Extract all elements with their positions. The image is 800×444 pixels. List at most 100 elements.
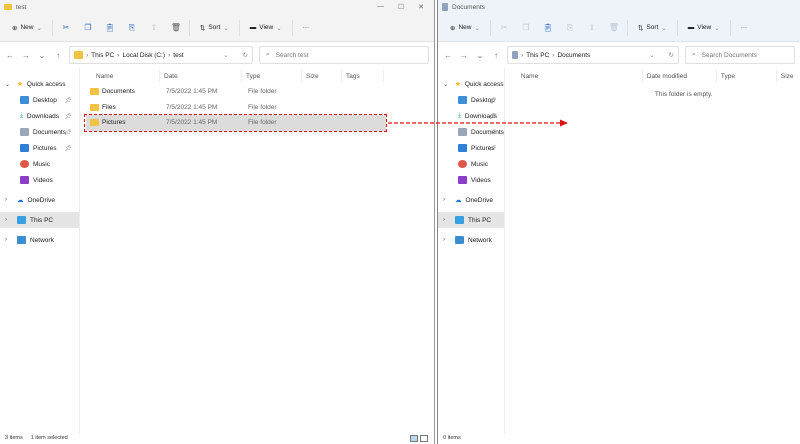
new-button[interactable]: ⊕ New ⌄ (444, 19, 486, 37)
documents-icon (20, 128, 29, 136)
column-header-size[interactable]: Size (777, 70, 800, 82)
view-button[interactable]: ▬ View ⌄ (244, 19, 288, 37)
back-icon[interactable]: ← (5, 51, 15, 60)
column-header-name[interactable]: Name (80, 70, 160, 82)
new-button[interactable]: ⊕ New ⌄ (6, 19, 48, 37)
plus-circle-icon: ⊕ (12, 24, 18, 32)
more-button[interactable]: ··· (735, 19, 754, 37)
chevron-down-icon[interactable]: ⌄ (223, 51, 228, 59)
documents-icon (442, 3, 448, 11)
music-icon (20, 160, 29, 168)
table-row-selected[interactable]: Pictures 7/5/2022 1:45 PM File folder (84, 114, 387, 132)
up-icon[interactable]: ↑ (53, 51, 63, 60)
sidebar-item-documents[interactable]: Documents 📌︎ (0, 124, 79, 140)
sidebar-item-quick-access[interactable]: ⌄ ★ Quick access (0, 76, 79, 92)
column-header-date[interactable]: Date (160, 70, 242, 82)
sort-icon: ⇅ (199, 24, 206, 32)
computer-icon (455, 216, 464, 224)
delete-icon[interactable]: 🗑︎ (167, 23, 185, 32)
sidebar-item-videos[interactable]: Videos (438, 172, 504, 188)
recent-chevron-icon[interactable]: ⌄ (37, 51, 47, 60)
rename-icon[interactable]: ⎘ (123, 23, 141, 33)
more-button[interactable]: ··· (297, 19, 316, 37)
address-bar[interactable]: › This PC › Documents ⌄ ↻ (507, 46, 679, 64)
recent-chevron-icon[interactable]: ⌄ (475, 51, 485, 60)
column-header-type[interactable]: Type (242, 70, 302, 82)
chevron-down-icon[interactable]: ⌄ (649, 51, 654, 59)
search-input[interactable]: ⌕ Search test (259, 46, 429, 64)
computer-icon (17, 216, 26, 224)
sidebar-item-music[interactable]: Music (0, 156, 79, 172)
details-view-icon[interactable] (410, 434, 418, 442)
search-input[interactable]: ⌕ Search Documents (685, 46, 795, 64)
title-bar: test — ☐ ✕ (0, 0, 434, 14)
sidebar-item-network[interactable]: › Network (0, 232, 79, 248)
share-icon[interactable]: ⇪ (583, 23, 601, 32)
item-count: 0 items (443, 435, 461, 441)
folder-icon (4, 4, 12, 10)
drag-highlight (84, 114, 387, 132)
sidebar-item-pictures[interactable]: Pictures 📌︎ (438, 140, 504, 156)
desktop-icon (20, 96, 29, 104)
column-header-type[interactable]: Type (717, 70, 777, 82)
refresh-icon[interactable]: ↻ (669, 51, 674, 59)
sidebar-item-network[interactable]: › Network (438, 232, 504, 248)
sidebar-item-pictures[interactable]: Pictures 📌︎ (0, 140, 79, 156)
forward-icon[interactable]: → (21, 51, 31, 60)
breadcrumb-item[interactable]: Documents (557, 52, 590, 59)
network-icon (17, 236, 26, 244)
forward-icon[interactable]: → (459, 51, 469, 60)
explorer-window-documents: Documents ⊕ New ⌄ ✂ ❐ 📋︎ ⎘ ⇪ 🗑︎ ⇅ Sort ⌄ ▬ Vi… (437, 0, 800, 444)
sidebar-item-onedrive[interactable]: › ☁ OneDrive (0, 192, 79, 208)
star-icon: ★ (455, 81, 461, 88)
tiles-view-icon[interactable] (420, 434, 428, 442)
cloud-icon: ☁ (17, 197, 24, 204)
plus-circle-icon: ⊕ (450, 24, 456, 32)
sidebar-item-music[interactable]: Music (438, 156, 504, 172)
share-icon[interactable]: ⇪ (145, 23, 163, 32)
cut-icon[interactable]: ✂ (57, 23, 75, 32)
pin-icon: 📌︎ (64, 129, 72, 136)
table-row[interactable]: Files 7/5/2022 1:45 PM File folder (86, 100, 386, 116)
pin-icon: 📌︎ (489, 129, 497, 136)
column-header-size[interactable]: Size (302, 70, 342, 82)
up-icon[interactable]: ↑ (491, 51, 501, 60)
sidebar-item-quick-access[interactable]: ⌄ ★ Quick access (438, 76, 504, 92)
breadcrumb-item[interactable]: This PC (526, 52, 549, 59)
rename-icon[interactable]: ⎘ (561, 23, 579, 33)
sidebar-item-desktop[interactable]: Desktop 📌︎ (438, 92, 504, 108)
breadcrumb-item[interactable]: test (173, 52, 183, 59)
address-bar[interactable]: › This PC › Local Disk (C:) › test ⌄ ↻ (69, 46, 253, 64)
column-header-name[interactable]: Name (505, 70, 643, 82)
sidebar-item-this-pc[interactable]: › This PC (0, 212, 79, 228)
copy-icon[interactable]: ❐ (517, 23, 535, 32)
column-header-tags[interactable]: Tags (342, 70, 384, 82)
cut-icon[interactable]: ✂ (495, 23, 513, 32)
window-title: test (16, 3, 27, 11)
minimize-button[interactable]: — (377, 3, 384, 11)
table-row[interactable]: Documents 7/5/2022 1:45 PM File folder (86, 84, 386, 100)
cloud-icon: ☁ (455, 197, 462, 204)
pin-icon: 📌︎ (489, 97, 497, 104)
delete-icon[interactable]: 🗑︎ (605, 23, 623, 32)
column-header-date-modified[interactable]: Date modified (643, 70, 717, 82)
sort-button[interactable]: ⇅ Sort ⌄ (632, 19, 673, 37)
paste-icon[interactable]: 📋︎ (101, 23, 119, 32)
sort-button[interactable]: ⇅ Sort ⌄ (194, 19, 235, 37)
sidebar-item-this-pc[interactable]: › This PC (438, 212, 504, 228)
refresh-icon[interactable]: ↻ (243, 51, 248, 59)
paste-icon[interactable]: 📋︎ (539, 23, 557, 32)
back-icon[interactable]: ← (443, 51, 453, 60)
sidebar-item-desktop[interactable]: Desktop 📌︎ (0, 92, 79, 108)
folder-icon (74, 51, 83, 59)
sidebar-item-onedrive[interactable]: › ☁ OneDrive (438, 192, 504, 208)
maximize-button[interactable]: ☐ (398, 3, 404, 11)
sidebar-item-downloads[interactable]: ⤓ Downloads 📌︎ (0, 108, 79, 124)
breadcrumb-item[interactable]: Local Disk (C:) (122, 52, 165, 59)
folder-icon (90, 88, 99, 96)
copy-icon[interactable]: ❐ (79, 23, 97, 32)
sidebar-item-videos[interactable]: Videos (0, 172, 79, 188)
breadcrumb-item[interactable]: This PC (91, 52, 114, 59)
close-button[interactable]: ✕ (418, 3, 424, 11)
view-button[interactable]: ▬ View ⌄ (682, 19, 726, 37)
